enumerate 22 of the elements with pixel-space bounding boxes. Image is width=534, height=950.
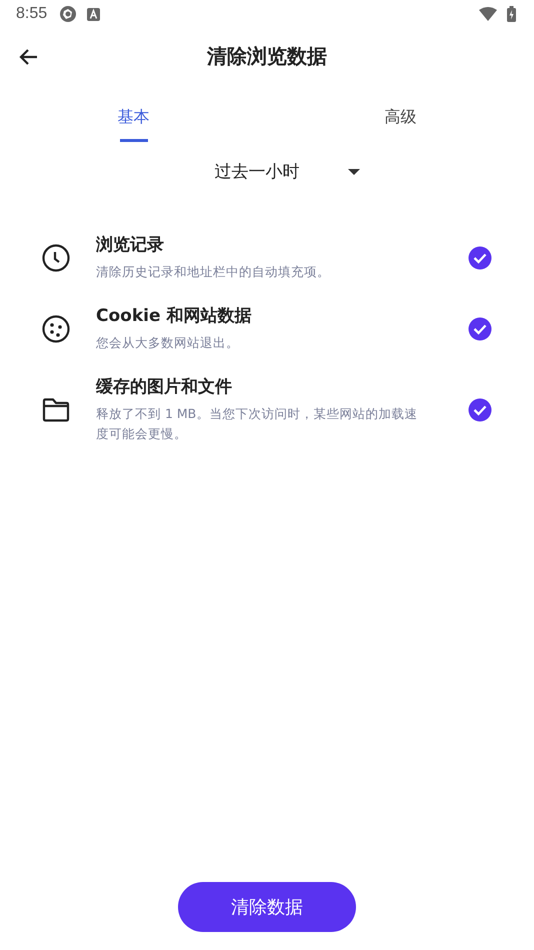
clock-icon — [42, 244, 70, 272]
item-description: 您会从大多数网站退出。 — [96, 334, 240, 352]
status-time: 8:55 — [16, 5, 48, 23]
tab[interactable]: 高级 — [267, 92, 534, 142]
time-range-dropdown[interactable]: 过去一小时 — [174, 150, 360, 193]
folder-icon — [42, 398, 70, 422]
dropdown-arrow-icon — [348, 168, 360, 174]
cookie-icon — [42, 314, 70, 342]
item-title: 缓存的图片和文件 — [96, 376, 233, 398]
checkbox[interactable] — [468, 246, 492, 270]
battery-icon — [507, 6, 516, 22]
item-description: 释放了不到 1 MB。当您下次访问时，某些网站的加载速度可能会更慢。 — [96, 405, 418, 443]
checkbox[interactable] — [468, 398, 492, 422]
clear-data-button[interactable]: 清除数据 — [178, 882, 356, 932]
item-description: 清除历史记录和地址栏中的自动填充项。 — [96, 263, 331, 281]
checkbox[interactable] — [468, 316, 492, 340]
item-title: 浏览记录 — [96, 234, 165, 256]
keyboard-notification-icon — [87, 8, 100, 20]
wifi-icon — [479, 7, 497, 21]
app-notification-icon — [59, 5, 78, 23]
item-title: Cookie 和网站数据 — [96, 305, 252, 327]
page-title: 清除浏览数据 — [207, 42, 327, 70]
